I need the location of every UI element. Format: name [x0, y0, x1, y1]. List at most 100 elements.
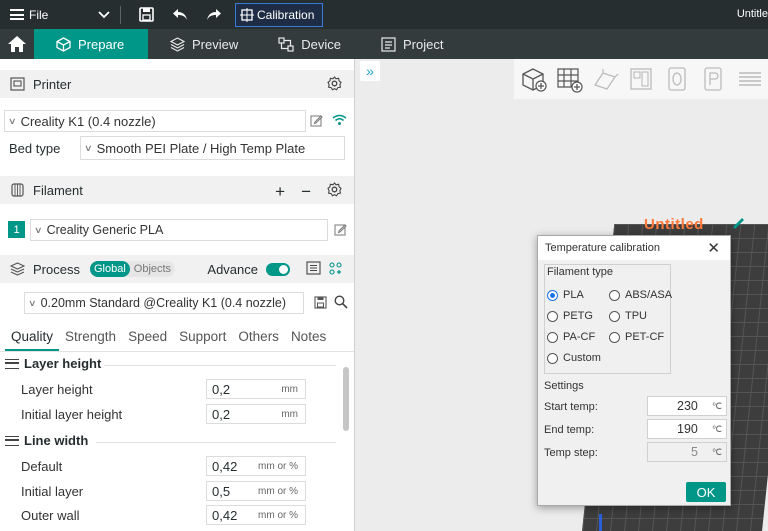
tab-device[interactable]: Device [256, 29, 359, 59]
radio-pa-cf[interactable]: PA-CF [547, 331, 595, 343]
redo-button[interactable] [197, 0, 231, 29]
file-menu-button[interactable]: File [0, 8, 88, 22]
process-grid-icon[interactable] [329, 261, 342, 278]
home-button[interactable] [0, 29, 34, 59]
printer-select[interactable]: ∨ Creality K1 (0.4 nozzle) [4, 110, 306, 132]
start-temp-input[interactable]: 230 ℃ [647, 396, 727, 416]
radio-pet-cf[interactable]: PET-CF [609, 331, 664, 343]
z-axis-indicator [599, 514, 602, 531]
end-temp-unit: ℃ [711, 423, 722, 434]
radio-button[interactable] [609, 331, 620, 343]
advance-label: Advance [207, 262, 258, 277]
radio-tpu[interactable]: TPU [609, 310, 647, 322]
close-icon[interactable]: ✕ [707, 239, 720, 257]
toolbar-divider [120, 5, 121, 24]
layer-height-value: 0,2 [212, 381, 231, 397]
edit-plate-name-icon[interactable] [731, 217, 745, 232]
auto-orient-icon[interactable] [590, 64, 620, 94]
temp-step-input[interactable]: 5 ℃ [647, 442, 727, 462]
tab-prepare[interactable]: Prepare [34, 29, 148, 59]
bed-type-select[interactable]: ∨ Smooth PEI Plate / High Temp Plate [80, 136, 345, 160]
plate-settings-icon[interactable] [698, 64, 728, 94]
radio-pet-cf-label: PET-CF [625, 331, 665, 343]
option-label-outer-wall: Outer wall [21, 508, 80, 523]
layers-icon [170, 36, 185, 52]
filament-settings-gear-icon[interactable] [327, 182, 342, 200]
tab-strength[interactable]: Strength [59, 327, 122, 351]
radio-custom-label: Custom [563, 352, 601, 364]
tab-device-label: Device [301, 36, 341, 52]
arrange-icon[interactable] [626, 64, 656, 94]
layer-height-input[interactable]: 0,2 mm [206, 379, 306, 399]
toggle-objects[interactable]: Objects [130, 261, 175, 277]
radio-button-selected[interactable] [547, 289, 558, 301]
printer-icon [10, 77, 25, 91]
save-preset-icon[interactable] [314, 296, 327, 312]
tab-project[interactable]: Project [359, 29, 461, 59]
calibration-icon [240, 7, 254, 22]
compare-presets-icon[interactable] [306, 261, 321, 278]
plate-name-label[interactable]: Untitled [644, 216, 704, 233]
filament-select[interactable]: ∨ Creality Generic PLA [30, 219, 328, 241]
radio-button[interactable] [547, 310, 558, 322]
tab-speed[interactable]: Speed [122, 327, 173, 351]
toggle-global[interactable]: Global [89, 261, 130, 277]
end-temp-input[interactable]: 190 ℃ [647, 419, 727, 439]
global-objects-toggle[interactable]: Global Objects [89, 261, 176, 277]
initial-layer-line-width-input[interactable]: 0,5 mm or % [206, 481, 306, 501]
process-section-label: Process [33, 261, 80, 277]
calibration-button[interactable]: Calibration [235, 2, 324, 27]
wifi-icon[interactable] [332, 114, 347, 129]
home-icon [8, 36, 26, 52]
advance-switch[interactable] [266, 263, 290, 276]
radio-button[interactable] [609, 310, 620, 322]
radio-button[interactable] [609, 289, 620, 301]
tab-notes[interactable]: Notes [285, 327, 332, 351]
tab-others[interactable]: Others [232, 327, 285, 351]
default-line-width-input[interactable]: 0,42 mm or % [206, 456, 306, 476]
radio-button[interactable] [547, 331, 558, 343]
temperature-calibration-dialog: Temperature calibration ✕ Filament type … [537, 235, 731, 506]
group-line-width-title: Line width [24, 433, 89, 448]
chevron-down-icon[interactable] [94, 10, 114, 19]
radio-custom[interactable]: Custom [547, 352, 601, 364]
search-icon[interactable] [334, 295, 348, 312]
settings-scrollbar[interactable] [343, 367, 349, 431]
title-bar: File Calibration Untitle [0, 0, 768, 29]
tab-support[interactable]: Support [173, 327, 232, 351]
filament-section-label: Filament [33, 182, 83, 198]
ok-button[interactable]: OK [686, 482, 726, 502]
printer-section-header: Printer [0, 70, 354, 98]
radio-petg[interactable]: PETG [547, 310, 593, 322]
save-button[interactable] [129, 0, 163, 29]
filament-select-value: Creality Generic PLA [46, 223, 164, 237]
default-line-width-unit: mm or % [258, 460, 298, 472]
collapse-sidebar-icon[interactable]: » [360, 61, 380, 81]
remove-filament-icon[interactable]: − [301, 183, 311, 200]
radio-pa-cf-label: PA-CF [563, 331, 596, 343]
add-object-icon[interactable] [518, 64, 548, 94]
process-preset-select[interactable]: ∨ 0.20mm Standard @Creality K1 (0.4 nozz… [24, 292, 304, 314]
bed-type-label: Bed type [9, 141, 61, 156]
add-filament-icon[interactable]: + [275, 183, 285, 200]
initial-layer-height-input[interactable]: 0,2 mm [206, 404, 306, 424]
radio-pla-label: PLA [563, 289, 584, 301]
calibration-label: Calibration [257, 7, 315, 22]
chevron-down-icon: ∨ [28, 297, 37, 308]
edit-printer-icon[interactable] [310, 114, 323, 130]
add-plate-icon[interactable] [554, 64, 584, 94]
radio-abs-asa[interactable]: ABS/ASA [609, 289, 672, 301]
radio-pla[interactable]: PLA [547, 289, 584, 301]
orient-object-icon[interactable] [662, 64, 692, 94]
outer-wall-line-width-input[interactable]: 0,42 mm or % [206, 505, 306, 525]
tab-preview[interactable]: Preview [148, 29, 256, 59]
layers-list-icon[interactable] [734, 64, 764, 94]
hamburger-menu-icon [10, 9, 24, 20]
start-temp-label: Start temp: [544, 401, 598, 413]
tab-quality[interactable]: Quality [5, 327, 60, 351]
edit-filament-icon[interactable] [334, 223, 347, 239]
end-temp-label: End temp: [544, 424, 595, 436]
radio-button[interactable] [547, 352, 558, 364]
printer-settings-gear-icon[interactable] [327, 76, 342, 94]
undo-button[interactable] [163, 0, 197, 29]
